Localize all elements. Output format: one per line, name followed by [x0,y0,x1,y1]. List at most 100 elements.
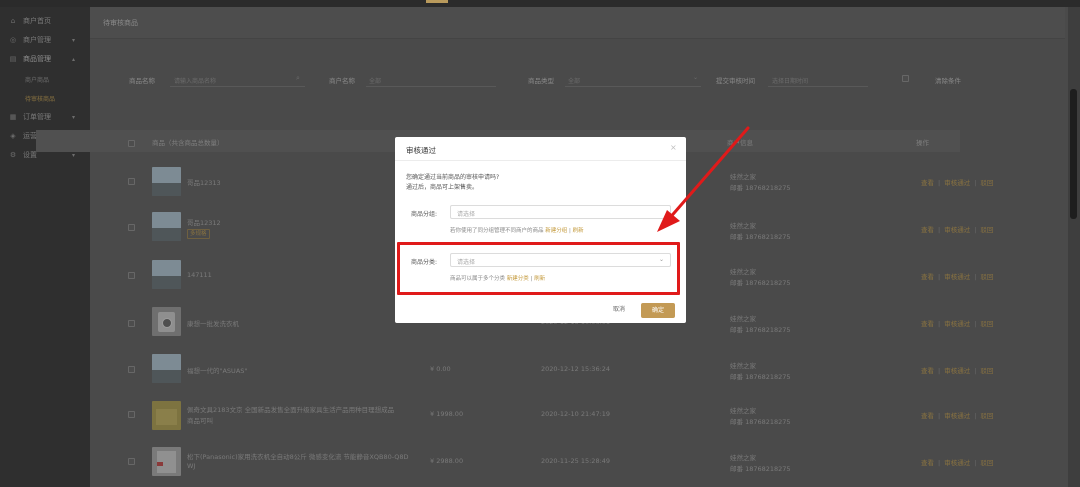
sidebar-item-label: 设置 [23,151,37,159]
filter-submit-time-label: 提交审核时间 [716,77,755,85]
view-link[interactable]: 查看 [921,367,934,375]
separator: | [974,320,977,328]
scrollbar-thumb[interactable] [1070,89,1077,219]
reject-link[interactable]: 驳回 [980,459,993,467]
operation-icon: ◈ [10,132,16,140]
confirm-button[interactable]: 确定 [641,303,675,318]
row-checkbox[interactable] [128,458,135,465]
product-name-line2[interactable]: WJ [187,462,195,470]
sidebar-item-merchant-home[interactable]: ⌂ 商户首页 [0,12,90,30]
merchant-phone: 邮番 18768218275 [730,233,791,241]
settings-icon: ⚙ [9,151,17,159]
merchant-phone: 邮番 18768218275 [730,373,791,381]
filter-merchant-underline [366,86,496,87]
product-name[interactable]: 康想一批发洗衣机 [187,318,239,328]
product-thumbnail [152,447,181,476]
approve-dialog: 审核通过 × 您确定通过当前商品的审核申请吗? 通过后，商品可上架售卖。 商品分… [395,137,686,323]
separator: | [974,412,977,420]
filter-type-select[interactable]: 全部 [568,76,580,85]
scrollbar[interactable] [1068,7,1080,487]
merchant-phone: 邮番 18768218275 [730,418,791,426]
row-checkbox[interactable] [128,224,135,231]
refresh-category-link[interactable]: 刷新 [534,276,545,282]
separator: | [938,179,941,187]
product-name[interactable]: 147111 [187,271,212,279]
sidebar-subitem-merchant-goods[interactable]: 商户商品 [25,75,49,84]
column-header-actions: 操作 [916,139,929,147]
row-checkbox[interactable] [128,178,135,185]
top-bar [0,0,1080,7]
multi-spec-badge: 多规格 [187,229,210,239]
group-select[interactable]: 请选择 [450,205,671,219]
sidebar-item-label: 商品管理 [23,55,51,63]
sidebar-item-merchant-management[interactable]: ◎ 商户管理 ▾ [0,31,90,49]
merchant-name: 娃然之家 [730,315,756,323]
merchant-name: 娃然之家 [730,268,756,276]
approve-link[interactable]: 审核通过 [944,179,970,187]
approve-link[interactable]: 审核通过 [944,273,970,281]
reject-link[interactable]: 驳回 [980,226,993,234]
submit-time: 2020-12-10 21:47:19 [541,410,611,418]
sidebar-subitem-pending-goods[interactable]: 待审核商品 [25,94,55,103]
row-checkbox[interactable] [128,366,135,373]
store-icon: ◎ [9,36,17,44]
close-icon[interactable]: × [670,143,677,152]
row-checkbox[interactable] [128,320,135,327]
sidebar-item-order-management[interactable]: ▦ 订单管理 ▾ [0,108,90,126]
reject-link[interactable]: 驳回 [980,412,993,420]
product-name[interactable]: 哥品12312 [187,217,221,227]
clear-conditions-label[interactable]: 清除条件 [935,75,961,85]
view-link[interactable]: 查看 [921,459,934,467]
product-name[interactable]: 佩奇文具2183文京 全国新品发售全面升级家具生活产品用种目理想成品 [187,404,394,414]
product-thumbnail [152,212,181,241]
separator: | [530,276,533,282]
product-name[interactable]: 福想一代的"ASUAS" [187,365,247,375]
product-price: ¥ 2988.00 [430,457,464,465]
view-link[interactable]: 查看 [921,273,934,281]
product-name[interactable]: 松下(Panasonic)家用洗衣机全自动8公斤 微感变化流 节能静音XQB80… [187,451,409,461]
product-name[interactable]: 哥品12313 [187,177,221,187]
select-all-checkbox[interactable] [128,140,135,147]
active-tab-indicator [426,0,448,3]
new-category-link[interactable]: 新建分类 [507,276,529,282]
merchant-phone: 邮番 18768218275 [730,279,791,287]
order-icon: ▦ [9,113,17,121]
row-checkbox[interactable] [128,411,135,418]
reject-link[interactable]: 驳回 [980,273,993,281]
row-checkbox[interactable] [128,272,135,279]
approve-link[interactable]: 审核通过 [944,459,970,467]
product-thumbnail [152,401,181,430]
reject-link[interactable]: 驳回 [980,320,993,328]
view-link[interactable]: 查看 [921,412,934,420]
home-icon: ⌂ [10,17,16,25]
separator: | [974,226,977,234]
separator: | [974,459,977,467]
approve-link[interactable]: 审核通过 [944,412,970,420]
category-select[interactable]: 请选择 ⌄ [450,253,671,267]
refresh-group-link[interactable]: 刷新 [573,228,584,234]
merchant-name: 娃然之家 [730,407,756,415]
reject-link[interactable]: 驳回 [980,367,993,375]
dialog-title: 审核通过 [406,146,436,155]
filter-name-underline [170,86,305,87]
approve-link[interactable]: 审核通过 [944,226,970,234]
view-link[interactable]: 查看 [921,320,934,328]
reject-link[interactable]: 驳回 [980,179,993,187]
approve-link[interactable]: 审核通过 [944,320,970,328]
breadcrumb-bar: 待审核商品 [90,7,1065,39]
view-link[interactable]: 查看 [921,226,934,234]
filter-name-input[interactable]: 请输入商品名称 [174,76,216,85]
product-name-line2[interactable]: 商品可叫 [187,415,213,425]
new-group-link[interactable]: 新建分组 [545,228,567,234]
cancel-button[interactable]: 取消 [603,303,635,317]
product-thumbnail [152,167,181,196]
approve-link[interactable]: 审核通过 [944,367,970,375]
view-link[interactable]: 查看 [921,179,934,187]
search-icon[interactable]: ⌕ [296,74,300,83]
separator: | [569,228,571,234]
sidebar-item-goods-management[interactable]: ▤ 商品管理 ▴ [0,50,90,68]
filter-submit-time-input[interactable]: 选择日期时间 [772,76,808,85]
sidebar-item-label: 商户管理 [23,36,51,44]
filter-merchant-select[interactable]: 全部 [369,76,381,85]
clear-conditions-checkbox[interactable] [902,75,909,82]
